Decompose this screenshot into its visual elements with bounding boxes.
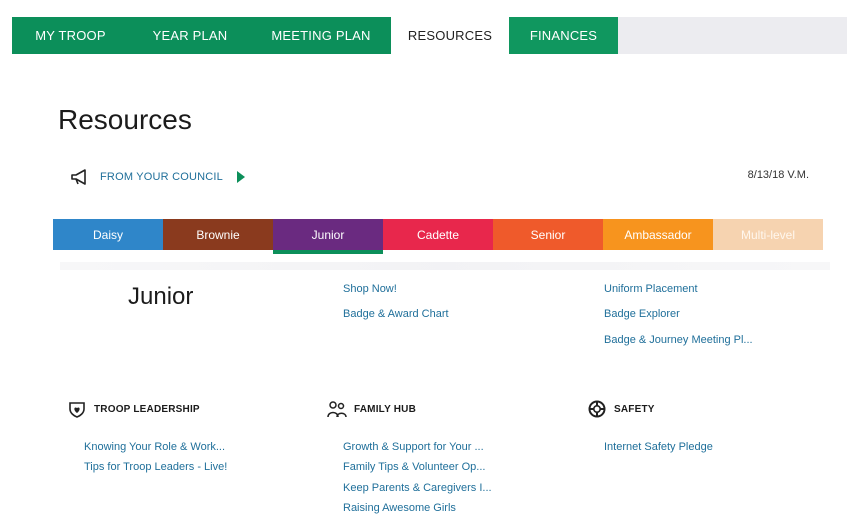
safety-heading: SAFETY [586, 400, 655, 418]
divider [60, 262, 830, 270]
level-heading: Junior [128, 283, 194, 310]
page-title: Resources [58, 104, 192, 135]
tab-meeting-plan[interactable]: MEETING PLAN [251, 17, 391, 54]
from-your-council-link[interactable]: FROM YOUR COUNCIL [70, 166, 245, 188]
level-selector: Daisy Brownie Junior Cadette Senior Amba… [53, 219, 823, 254]
safety-title: SAFETY [614, 403, 655, 415]
level-brownie[interactable]: Brownie [163, 219, 273, 250]
tab-resources[interactable]: RESOURCES [391, 17, 509, 54]
council-label: FROM YOUR COUNCIL [100, 171, 223, 183]
family-icon [326, 400, 348, 418]
growth-support-link[interactable]: Growth & Support for Your ... [343, 441, 484, 453]
keep-parents-link[interactable]: Keep Parents & Caregivers I... [343, 482, 492, 494]
tab-year-plan[interactable]: YEAR PLAN [129, 17, 251, 54]
date-label: 8/13/18 V.M. [747, 169, 809, 181]
uniform-placement-link[interactable]: Uniform Placement [604, 283, 698, 295]
troop-leadership-title: TROOP LEADERSHIP [94, 403, 200, 415]
megaphone-icon [70, 168, 92, 186]
shop-now-link[interactable]: Shop Now! [343, 283, 397, 295]
family-hub-heading: FAMILY HUB [326, 400, 416, 418]
troop-leadership-heading: TROOP LEADERSHIP [66, 400, 200, 418]
level-daisy[interactable]: Daisy [53, 219, 163, 250]
badge-journey-meeting-link[interactable]: Badge & Journey Meeting Pl... [604, 334, 753, 346]
level-junior[interactable]: Junior [273, 219, 383, 254]
raising-awesome-girls-link[interactable]: Raising Awesome Girls [343, 502, 456, 514]
level-ambassador[interactable]: Ambassador [603, 219, 713, 250]
level-cadette[interactable]: Cadette [383, 219, 493, 250]
level-senior[interactable]: Senior [493, 219, 603, 250]
play-arrow-icon [236, 171, 245, 183]
family-hub-title: FAMILY HUB [354, 403, 417, 415]
internet-safety-pledge-link[interactable]: Internet Safety Pledge [604, 441, 713, 453]
tab-my-troop[interactable]: MY TROOP [12, 17, 129, 54]
family-tips-link[interactable]: Family Tips & Volunteer Op... [343, 461, 485, 473]
level-multi-level[interactable]: Multi-level [713, 219, 823, 250]
shield-heart-icon [66, 400, 88, 418]
top-navigation: MY TROOP YEAR PLAN MEETING PLAN RESOURCE… [12, 17, 847, 54]
lifebuoy-icon [586, 400, 608, 418]
badge-award-chart-link[interactable]: Badge & Award Chart [343, 308, 449, 320]
page: MY TROOP YEAR PLAN MEETING PLAN RESOURCE… [0, 0, 857, 517]
tips-for-troop-leaders-link[interactable]: Tips for Troop Leaders - Live! [84, 461, 227, 473]
badge-explorer-link[interactable]: Badge Explorer [604, 308, 680, 320]
knowing-your-role-link[interactable]: Knowing Your Role & Work... [84, 441, 225, 453]
tab-finances[interactable]: FINANCES [509, 17, 618, 54]
